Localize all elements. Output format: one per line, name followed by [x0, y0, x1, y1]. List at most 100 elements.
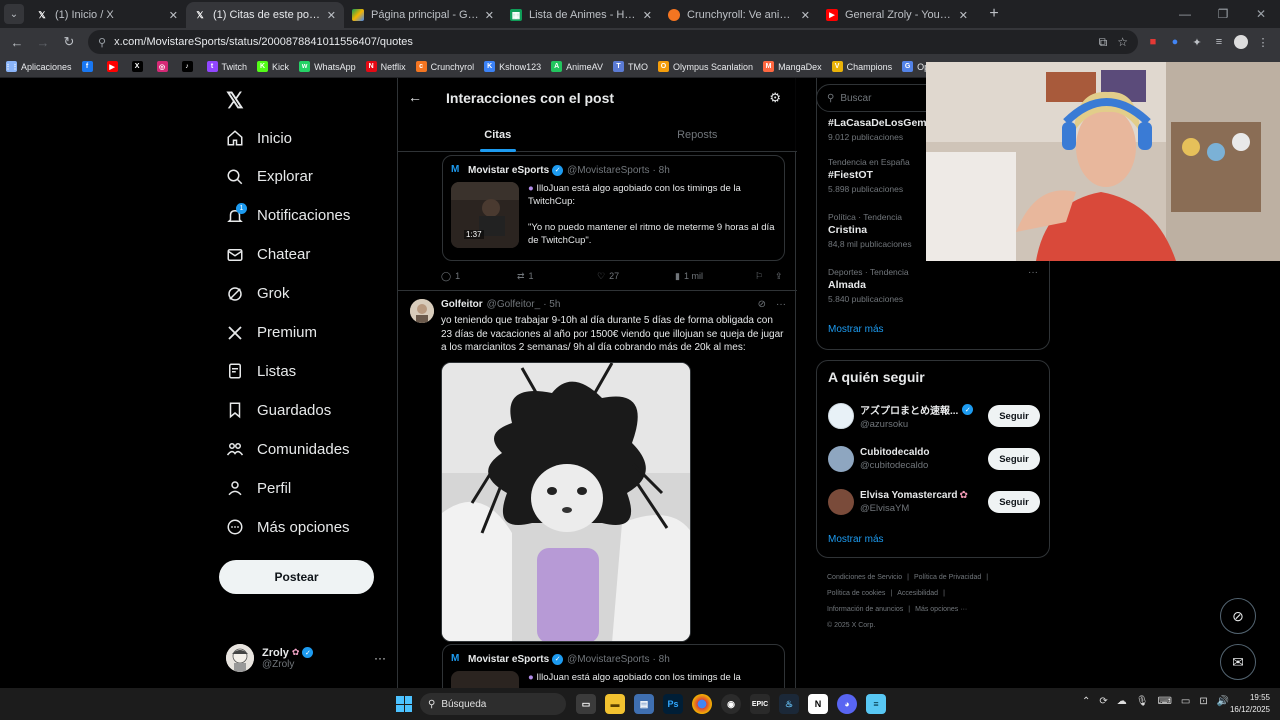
messages-fab-button[interactable]: ✉ — [1220, 644, 1256, 680]
follow-suggestion[interactable]: Elvisa Yomastercard ✿ @ElvisaYM Seguir — [828, 487, 1040, 517]
adblock-extension-icon[interactable]: ■ — [1142, 31, 1164, 53]
nav-item-premium[interactable]: Premium — [226, 318, 317, 348]
nav-item-grok[interactable]: Grok — [226, 279, 290, 309]
taskbar-search[interactable]: ⚲ Búsqueda — [420, 693, 566, 715]
repost-button[interactable]: ⇄ 1 — [517, 271, 597, 282]
follow-suggestion[interactable]: Cubitodecaldo @cubitodecaldo Seguir — [828, 444, 1040, 474]
browser-tab[interactable]: ▶ General Zroly - YouTube ✕ — [818, 2, 976, 28]
keyboard-icon[interactable]: ⌨ — [1157, 696, 1171, 707]
nav-item-inicio[interactable]: Inicio — [226, 123, 292, 153]
bookmark-item[interactable]: N Netflix — [365, 61, 406, 72]
bookmark-button[interactable]: ⚐ — [755, 271, 775, 282]
photoshop-icon[interactable]: Ps — [663, 694, 683, 714]
clock[interactable]: 19:55 16/12/2025 — [1230, 692, 1270, 716]
browser-tab[interactable]: 𝕏 (1) Inicio / X ✕ — [28, 2, 186, 28]
footer-link[interactable]: Información de anuncios — [827, 606, 903, 613]
back-arrow-icon[interactable]: ← — [408, 89, 422, 105]
more-icon[interactable]: ··· — [374, 651, 386, 665]
filter-settings-icon[interactable]: ⚙ — [769, 90, 781, 106]
desktop-app-icon[interactable]: ▤ — [634, 694, 654, 714]
chrome-icon[interactable] — [692, 694, 712, 714]
footer-link[interactable]: Accesibilidad — [897, 590, 938, 597]
onedrive-icon[interactable]: ☁ — [1117, 696, 1127, 707]
file-explorer-icon[interactable]: ▬ — [605, 694, 625, 714]
bookmark-item[interactable]: ◎ — [156, 61, 172, 72]
close-icon[interactable]: ✕ — [485, 9, 494, 22]
views-button[interactable]: ▮ 1 mil — [675, 271, 755, 282]
tray-chevron-icon[interactable]: ⌃ — [1082, 696, 1090, 707]
bookmark-item[interactable]: A AnimeAV — [551, 61, 603, 72]
tab-reposts[interactable]: Reposts — [598, 118, 798, 152]
microphone-icon[interactable]: 🎙 — [1136, 696, 1149, 707]
profile-avatar-icon[interactable] — [1230, 31, 1252, 53]
sync-icon[interactable]: ⟳ — [1099, 696, 1107, 707]
extension-icon[interactable]: ● — [1164, 31, 1186, 53]
bookmark-item[interactable]: ▶ — [106, 61, 122, 72]
grok-fab-button[interactable]: ⊘ — [1220, 598, 1256, 634]
steam-icon[interactable]: ♨ — [779, 694, 799, 714]
address-bar[interactable]: ⚲ x.com/MovistareSports/status/200087884… — [88, 30, 1138, 54]
tab-search-icon[interactable]: ⌄ — [4, 4, 24, 24]
reply-button[interactable]: ◯ 1 — [441, 271, 517, 282]
nav-item-explorar[interactable]: Explorar — [226, 162, 313, 192]
footer-link[interactable]: Condiciones de Servicio — [827, 574, 902, 581]
nav-item-notificaciones[interactable]: 1 Notificaciones — [226, 201, 350, 231]
author-name[interactable]: Golfeitor — [441, 299, 483, 310]
nav-item-comunidades[interactable]: Comunidades — [226, 434, 350, 464]
bookmark-item[interactable]: O Olympus Scanlation — [658, 61, 753, 72]
obs-icon[interactable]: ◉ — [721, 694, 741, 714]
minimize-icon[interactable]: — — [1166, 0, 1204, 28]
discord-icon[interactable]: ◕ — [837, 694, 857, 714]
notepad-icon[interactable]: ≡ — [866, 694, 886, 714]
video-thumbnail[interactable]: 1:37 — [451, 182, 519, 248]
nav-item-perfil[interactable]: Perfil — [226, 473, 291, 503]
trend-item[interactable]: Deportes · Tendencia Almada 5.840 public… — [828, 267, 1038, 304]
quoted-post-card[interactable]: M Movistar eSports ✓ @MovistareSports · … — [442, 644, 785, 688]
bookmark-item[interactable]: T TMO — [613, 61, 648, 72]
avatar[interactable] — [410, 299, 434, 323]
bookmark-item[interactable]: M MangaDex — [763, 61, 822, 72]
bookmark-item[interactable]: c Crunchyrol — [415, 61, 474, 72]
display-icon[interactable]: ▭ — [1181, 696, 1190, 707]
chrome-menu-icon[interactable]: ⋮ — [1252, 31, 1274, 53]
browser-tab[interactable]: Página principal - Google Drive ✕ — [344, 2, 502, 28]
share-button[interactable]: ⇪ — [775, 271, 783, 282]
post-time[interactable]: · 5h — [543, 299, 560, 310]
more-icon[interactable]: ··· — [776, 299, 786, 310]
media-controls-icon[interactable]: ≡ — [1208, 31, 1230, 53]
install-app-icon[interactable]: ⧉ — [1099, 35, 1108, 50]
new-tab-button[interactable]: + — [984, 4, 1004, 24]
forward-icon[interactable]: → — [32, 31, 54, 53]
close-icon[interactable]: ✕ — [643, 9, 652, 22]
nav-item-guardados[interactable]: Guardados — [226, 395, 331, 425]
nav-item-mas-opciones[interactable]: Más opciones — [226, 512, 350, 542]
post-image[interactable] — [441, 362, 691, 642]
nav-item-chatear[interactable]: Chatear — [226, 240, 310, 270]
footer-link[interactable]: Más opciones ··· — [915, 606, 967, 613]
tab-citas[interactable]: Citas — [398, 118, 598, 152]
browser-tab[interactable]: ▦ Lista de Animes - Hojas de cálc ✕ — [502, 2, 660, 28]
author-handle[interactable]: @Golfeitor_ — [487, 299, 541, 310]
bookmark-item[interactable]: ♪ — [181, 61, 197, 72]
close-icon[interactable]: ✕ — [801, 9, 810, 22]
browser-tab[interactable]: Crunchyroll: Ve animes popular ✕ — [660, 2, 818, 28]
show-more-link[interactable]: Mostrar más — [828, 534, 884, 545]
follow-suggestion[interactable]: アズプロまとめ速報... ✓ @azursoku Seguir — [828, 401, 1040, 431]
x-logo-icon[interactable]: 𝕏 — [226, 88, 246, 113]
grok-icon[interactable]: ⊘ — [758, 299, 766, 310]
footer-link[interactable]: Política de Privacidad — [914, 574, 981, 581]
close-icon[interactable]: ✕ — [959, 9, 968, 22]
restore-icon[interactable]: ❐ — [1204, 0, 1242, 28]
bookmark-item[interactable]: K Kick — [257, 61, 289, 72]
footer-link[interactable]: Política de cookies — [827, 590, 885, 597]
more-icon[interactable]: ··· — [1028, 267, 1038, 278]
browser-tab-active[interactable]: 𝕏 (1) Citas de este post / X ✕ — [186, 2, 344, 28]
bookmark-item[interactable]: w WhatsApp — [299, 61, 356, 72]
volume-icon[interactable]: 🔊 — [1217, 696, 1229, 707]
bookmark-item[interactable]: ⋮⋮ Aplicaciones — [5, 61, 72, 72]
close-icon[interactable]: ✕ — [327, 9, 336, 22]
follow-button[interactable]: Seguir — [988, 405, 1040, 427]
close-icon[interactable]: ✕ — [169, 9, 178, 22]
extensions-puzzle-icon[interactable]: ✦ — [1186, 31, 1208, 53]
reload-icon[interactable]: ↻ — [58, 31, 80, 53]
